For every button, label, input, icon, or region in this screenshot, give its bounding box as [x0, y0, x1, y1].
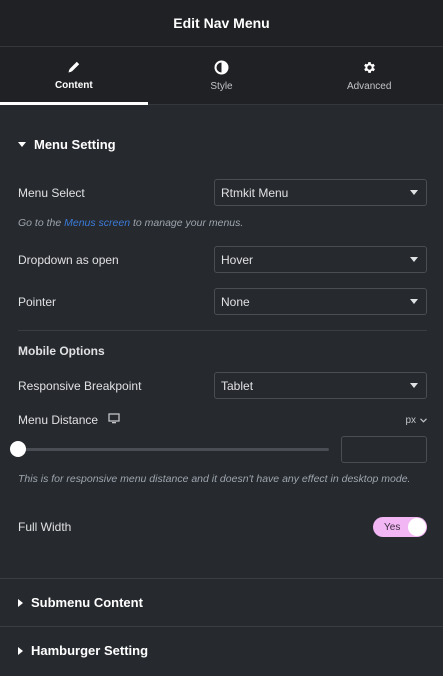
- pointer-row: Pointer None: [18, 288, 427, 315]
- chevron-down-icon: [420, 417, 427, 423]
- caret-down-icon: [18, 142, 26, 147]
- divider: [18, 330, 427, 331]
- pencil-icon: [67, 60, 81, 74]
- panel-tabs: Content Style Advanced: [0, 47, 443, 105]
- tab-content[interactable]: Content: [0, 47, 148, 105]
- chevron-down-icon: [410, 257, 418, 262]
- dropdown-value: Hover: [221, 252, 254, 267]
- pointer-value: None: [221, 294, 250, 309]
- menu-distance-row: Menu Distance px: [18, 412, 427, 428]
- tab-style-label: Style: [210, 80, 233, 92]
- dropdown-row: Dropdown as open Hover: [18, 246, 427, 273]
- toggle-knob: [408, 518, 426, 536]
- dropdown-label: Dropdown as open: [18, 252, 119, 267]
- half-circle-icon: [214, 60, 229, 75]
- toggle-text: Yes: [384, 521, 401, 533]
- menu-select-label: Menu Select: [18, 185, 85, 200]
- panel-title: Edit Nav Menu: [173, 15, 270, 31]
- menu-distance-slider[interactable]: [18, 448, 329, 451]
- panel-header: Edit Nav Menu: [0, 0, 443, 47]
- menu-distance-input[interactable]: [341, 436, 427, 463]
- breakpoint-label: Responsive Breakpoint: [18, 378, 142, 393]
- tab-advanced-label: Advanced: [346, 80, 392, 92]
- gear-icon: [362, 60, 377, 75]
- unit-selector[interactable]: px: [405, 415, 427, 426]
- unit-label: px: [405, 414, 416, 426]
- breakpoint-value: Tablet: [221, 378, 254, 393]
- submenu-title: Submenu Content: [31, 595, 143, 610]
- tab-content-label: Content: [54, 80, 93, 91]
- breakpoint-row: Responsive Breakpoint Tablet: [18, 372, 427, 399]
- pointer-select[interactable]: None: [214, 288, 427, 315]
- menus-screen-link[interactable]: Menus screen: [64, 217, 130, 229]
- full-width-row: Full Width Yes: [18, 517, 427, 537]
- menu-distance-help: This is for responsive menu distance and…: [18, 473, 411, 485]
- section-separator: [0, 578, 443, 579]
- menu-select-dropdown[interactable]: Rtmkit Menu: [214, 179, 427, 206]
- mobile-options-heading: Mobile Options: [18, 344, 105, 358]
- help-suffix: to manage your menus.: [130, 217, 244, 229]
- menu-setting-section: Menu Setting: [0, 137, 443, 152]
- chevron-down-icon: [410, 383, 418, 388]
- menu-select-row: Menu Select Rtmkit Menu: [18, 179, 427, 206]
- caret-right-icon: [18, 646, 23, 655]
- pointer-label: Pointer: [18, 294, 57, 309]
- chevron-down-icon: [410, 190, 418, 195]
- submenu-section: Submenu Content: [0, 595, 443, 610]
- dropdown-select[interactable]: Hover: [214, 246, 427, 273]
- help-prefix: Go to the: [18, 217, 65, 229]
- tab-style[interactable]: Style: [148, 47, 296, 104]
- full-width-label: Full Width: [18, 520, 72, 534]
- section-separator: [0, 626, 443, 627]
- menu-select-value: Rtmkit Menu: [221, 185, 289, 200]
- menus-help-text: Go to the Menus screen to manage your me…: [18, 215, 427, 231]
- section-title: Menu Setting: [34, 137, 116, 152]
- slider-handle[interactable]: [10, 441, 26, 457]
- hamburger-toggle[interactable]: Hamburger Setting: [0, 643, 443, 658]
- desktop-icon[interactable]: [108, 411, 120, 429]
- hamburger-title: Hamburger Setting: [31, 643, 149, 658]
- breakpoint-select[interactable]: Tablet: [214, 372, 427, 399]
- menu-distance-label: Menu Distance: [18, 413, 99, 427]
- full-width-toggle[interactable]: Yes: [373, 517, 427, 537]
- hamburger-section: Hamburger Setting: [0, 643, 443, 658]
- caret-right-icon: [18, 598, 23, 607]
- tab-advanced[interactable]: Advanced: [295, 47, 443, 104]
- chevron-down-icon: [410, 299, 418, 304]
- menu-setting-toggle[interactable]: Menu Setting: [0, 137, 443, 152]
- submenu-toggle[interactable]: Submenu Content: [0, 595, 443, 610]
